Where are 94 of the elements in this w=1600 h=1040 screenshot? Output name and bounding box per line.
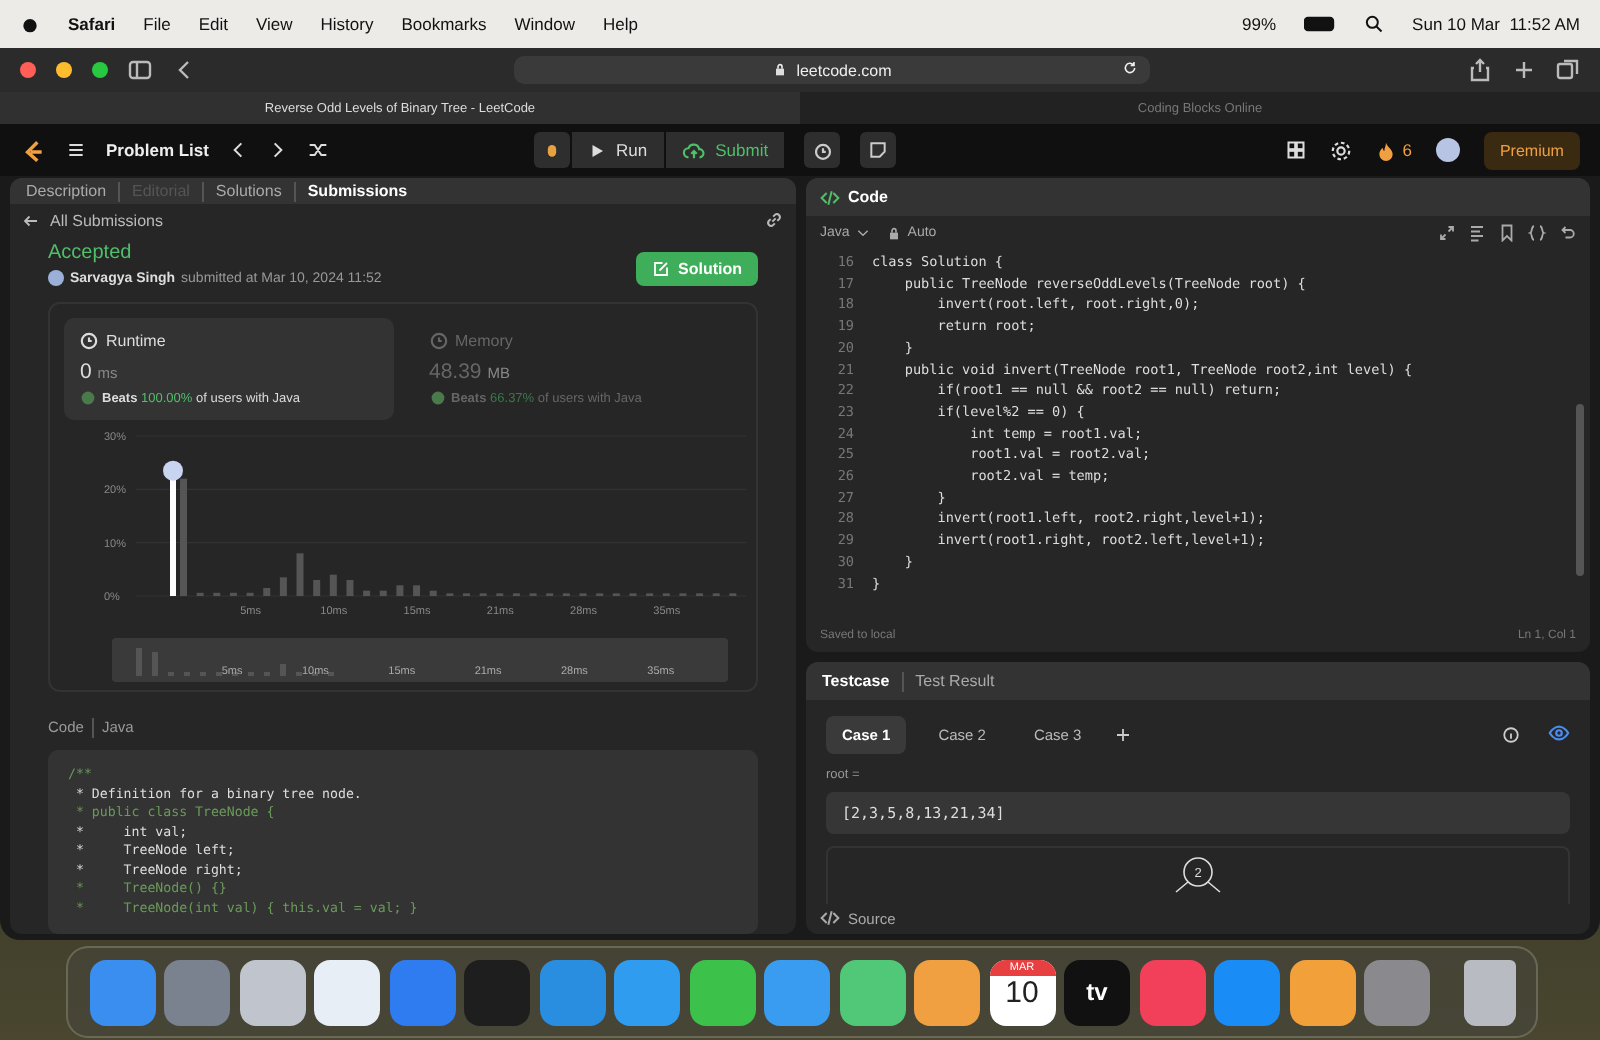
chevron-down-icon [855,226,870,240]
menu-item[interactable]: Help [602,14,638,34]
tree-node-drawing [1175,857,1221,893]
chart-bar [429,590,437,596]
chart-bar [363,590,371,596]
submit-button[interactable]: Submit [665,132,785,168]
share-icon [1468,58,1492,82]
run-button[interactable]: Run [572,132,664,168]
shuffle-icon [308,140,329,160]
streak-count: 6 [1402,140,1412,160]
alarm-clock-icon [811,139,834,161]
app-icon[interactable] [764,959,830,1025]
app-icon[interactable] [689,959,755,1025]
back-arrow-icon [22,211,40,229]
stat-icon [80,332,98,350]
tabs-overview-icon [1556,58,1580,82]
zoom-window-button[interactable] [92,62,108,78]
menu-item[interactable]: File [143,14,171,34]
expand-icon [1438,224,1456,242]
lock-icon [885,225,902,241]
list-icon [66,140,86,160]
flame-icon [1376,139,1397,161]
settings-icon [1330,139,1353,161]
menu-item[interactable]: Edit [198,14,228,34]
chart-bar [346,580,354,596]
braces-icon [1528,224,1546,242]
align-icon [1468,224,1486,242]
chart-bar [296,553,304,596]
menu-item[interactable]: History [320,14,374,34]
reload-icon [1122,60,1138,76]
panel-tab[interactable]: Solutions [215,182,282,200]
close-window-button[interactable] [20,62,36,78]
menu-item[interactable]: Bookmarks [401,14,487,34]
minimize-window-button[interactable] [56,62,72,78]
undo-icon [1558,224,1576,242]
debug-button[interactable] [534,132,571,168]
bookmark-icon [1498,224,1516,242]
chart-bar [413,585,421,596]
eye-icon [1548,721,1570,743]
menu-app-name[interactable]: Safari [68,14,116,34]
chart-bar [329,574,337,596]
panel-tab[interactable]: Test Result [915,672,995,690]
menu-item[interactable]: Window [514,14,575,34]
panel-tab[interactable]: Description [26,182,107,200]
panel-tab[interactable]: Testcase [822,672,890,690]
problem-list-link[interactable]: Problem List [106,140,209,160]
avatar-icon [48,270,64,286]
sidebar-icon [128,58,152,82]
menu-item[interactable]: View [255,14,293,34]
stat-label: Runtime [106,332,166,350]
layout-icon [1286,140,1307,160]
chart-bar [379,590,387,596]
panel-tab[interactable]: Submissions [307,182,408,200]
runtime-marker[interactable] [163,460,183,596]
app-icon[interactable] [239,959,305,1025]
battery-percent: 99% [1242,14,1277,34]
lock-icon [772,62,789,78]
all-submissions-link[interactable]: All Submissions [50,211,163,229]
timer-button[interactable] [804,132,841,168]
code-icon [820,908,840,928]
play-icon [588,141,607,159]
tv-app-icon[interactable]: tv [1064,959,1130,1025]
stat-icon [429,332,447,350]
menu-clock[interactable]: Sun 10 Mar 11:52 AM [1412,14,1580,34]
chart-bar [396,585,404,596]
accepted-status: Accepted [48,242,134,264]
chart-bar [313,580,321,596]
add-icon [1113,726,1132,744]
battery-icon [1304,12,1337,36]
beats-icon [429,390,445,406]
app-icon[interactable] [839,959,905,1025]
app-icon[interactable] [914,959,980,1025]
panel-title: Code [848,188,888,206]
address-bar[interactable]: leetcode.com [514,56,1150,84]
premium-button[interactable]: Premium [1483,131,1580,169]
user-avatar[interactable] [1435,138,1460,162]
notes-button[interactable] [860,132,897,168]
beats-icon [80,390,96,406]
search-icon [1364,14,1385,34]
note-icon [868,140,889,160]
app-icon[interactable] [314,959,380,1025]
edit-icon [652,260,670,278]
scrollbar[interactable] [1576,404,1584,576]
chart-bar [180,478,187,596]
link-icon [764,210,784,230]
code-icon [820,187,840,207]
new-tab-icon [1512,58,1536,82]
chart-bar [279,577,287,596]
trash-icon[interactable] [1463,959,1515,1025]
info-icon [1502,726,1520,744]
chart-bar [263,588,271,596]
app-icon[interactable] [1289,959,1355,1025]
stat-label: Memory [455,332,513,350]
cloud-upload-icon [681,139,706,161]
